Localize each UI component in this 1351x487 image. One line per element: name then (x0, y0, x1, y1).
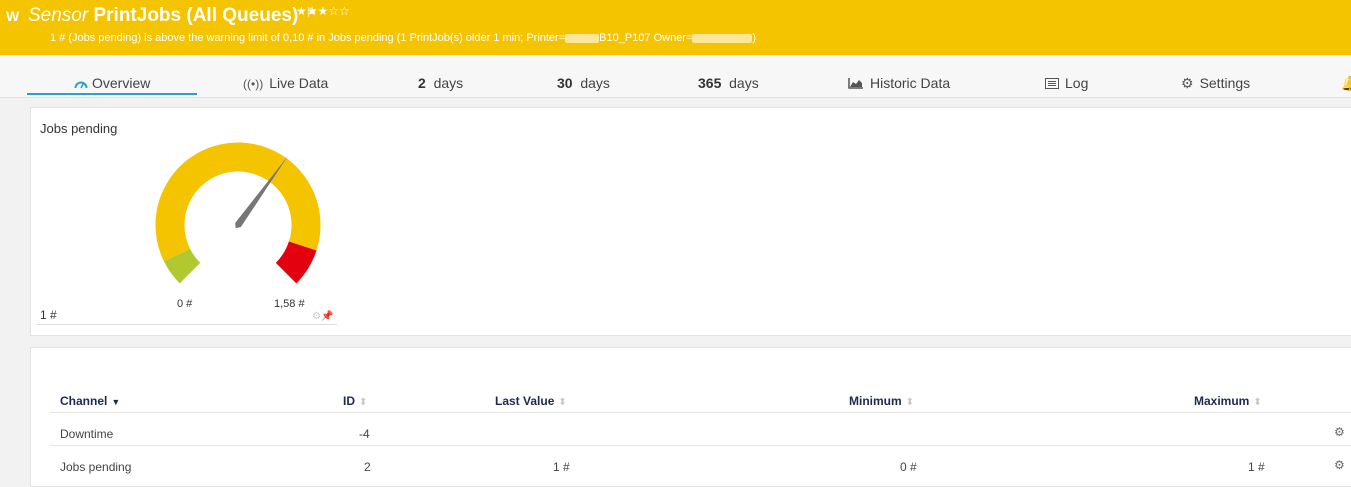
tab-label: Historic Data (870, 75, 951, 91)
tab-number: 2 (418, 75, 426, 91)
col-header-last-value[interactable]: Last Value ⬍ (495, 394, 567, 408)
tab-365-days[interactable]: 365 days (698, 75, 759, 91)
sort-desc-icon: ▼ (111, 397, 121, 407)
pin-icon[interactable]: 📌 (321, 311, 333, 322)
gear-icon: ⚙ (1181, 75, 1194, 91)
tab-historic-data[interactable]: Historic Data (848, 75, 950, 91)
tab-notifications[interactable]: 🔔 (1341, 75, 1351, 92)
redacted-owner (692, 33, 753, 43)
sensor-header: W Sensor PrintJobs (All Queues) ⚐ ★★★☆☆ … (0, 0, 1351, 55)
row-1-id: -4 (359, 427, 370, 441)
tab-log[interactable]: Log (1045, 75, 1088, 91)
row-2-maximum: 1 # (1248, 460, 1265, 474)
row-1-channel[interactable]: Downtime (60, 427, 113, 441)
gauge-panel: Jobs pending 0 # 1,58 # 1 # ⚙📌 (30, 107, 1351, 336)
broadcast-icon: ((•)) (243, 77, 264, 91)
channel-settings-icon[interactable]: ⚙ (1334, 425, 1345, 439)
gear-icon[interactable]: ⚙ (312, 311, 321, 322)
col-label: Maximum (1194, 394, 1250, 408)
tab-overview[interactable]: Overview (74, 75, 150, 91)
col-header-id[interactable]: ID ⬍ (343, 394, 367, 408)
tab-number: 365 (698, 75, 722, 91)
sensor-type: Sensor (28, 5, 89, 26)
col-label: Last Value (495, 394, 555, 408)
gauge-title: Jobs pending (40, 121, 118, 136)
gauge-ok-band (163, 248, 201, 284)
tab-label: Overview (92, 75, 151, 91)
sort-icon: ⬍ (359, 397, 368, 408)
priority-stars[interactable]: ★★★☆☆ (296, 4, 350, 18)
sensor-title: Sensor PrintJobs (All Queues) ⚐ (28, 5, 317, 27)
tab-live-data[interactable]: ((•)) Live Data (243, 75, 328, 91)
bell-icon: 🔔 (1341, 75, 1351, 91)
col-header-channel[interactable]: Channel ▼ (60, 394, 120, 408)
row-2-id: 2 (364, 460, 371, 474)
row-2-last-value: 1 # (553, 460, 570, 474)
tab-label: days (580, 75, 610, 91)
tab-label: days (729, 75, 759, 91)
col-label: ID (343, 394, 355, 408)
gauge-warning-band (155, 142, 321, 262)
redacted-printer (565, 33, 600, 43)
list-icon (1045, 78, 1059, 89)
gauge-chart (155, 142, 321, 284)
tab-label: days (433, 75, 464, 91)
row-2-minimum: 0 # (900, 460, 917, 474)
tab-label: Live Data (269, 75, 329, 91)
sort-icon: ⬍ (905, 397, 915, 408)
gauge-value-label: 1 # (40, 308, 57, 322)
gauge-error-band (275, 240, 317, 284)
channels-panel: Channel ▼ ID ⬍ Last Value ⬍ Minimum ⬍ Maximu… (30, 347, 1351, 487)
tab-label: Log (1065, 75, 1089, 91)
tab-number: 30 (557, 75, 573, 91)
tab-label: Settings (1199, 75, 1251, 91)
gauge-min-label: 0 # (177, 298, 193, 310)
col-header-minimum[interactable]: Minimum ⬍ (849, 394, 914, 408)
col-header-maximum[interactable]: Maximum ⬍ (1194, 394, 1262, 408)
gauge-icon (74, 81, 88, 89)
status-message-part-1: 1 # (Jobs pending) is above the warning … (50, 32, 566, 44)
header-divider (50, 412, 1351, 413)
tab-30-days[interactable]: 30 days (557, 75, 610, 91)
sort-icon: ⬍ (1253, 397, 1262, 408)
sort-icon: ⬍ (558, 397, 567, 408)
row-divider (50, 445, 1351, 446)
status-message: 1 # (Jobs pending) is above the warning … (50, 32, 756, 44)
tab-bar: Overview ((•)) Live Data 2 days 30 days 3… (0, 55, 1351, 98)
status-letter: W (6, 8, 20, 24)
gauge-max-label: 1,58 # (274, 298, 305, 310)
status-message-part-2: B10_P107 Owner= (599, 32, 693, 44)
channel-settings-icon[interactable]: ⚙ (1334, 458, 1345, 472)
row-2-channel[interactable]: Jobs pending (60, 460, 131, 474)
tab-2-days[interactable]: 2 days (418, 75, 463, 91)
col-label: Channel (60, 394, 108, 408)
col-label: Minimum (849, 394, 902, 408)
area-chart-icon (848, 78, 863, 89)
status-message-part-3: ) (752, 32, 757, 44)
active-tab-indicator (27, 93, 197, 95)
tab-settings[interactable]: ⚙ Settings (1181, 75, 1250, 92)
gauge-divider (37, 324, 337, 325)
sensor-name: PrintJobs (All Queues) (93, 5, 299, 26)
gauge-tools: ⚙📌 (312, 311, 333, 322)
